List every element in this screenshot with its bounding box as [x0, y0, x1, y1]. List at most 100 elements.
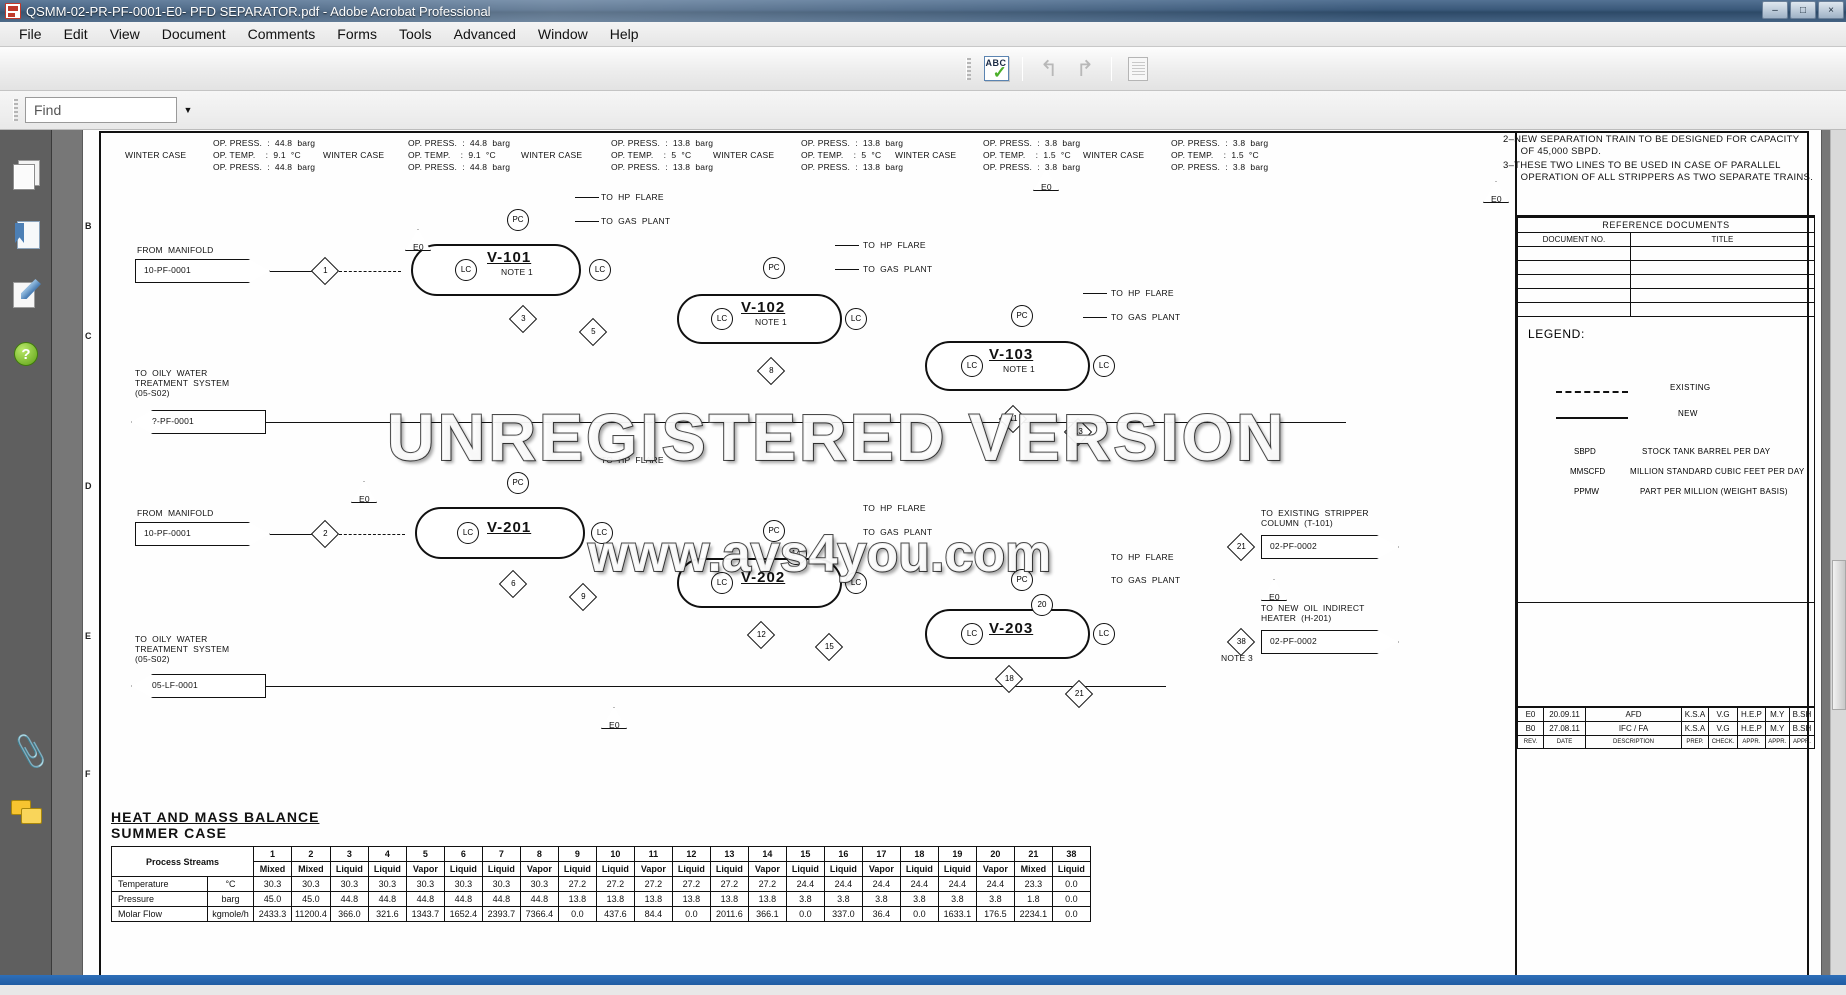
winter-case-2-press: OP. PRESS. : 44.8 barg	[408, 162, 511, 172]
hmb-cell: 24.4	[899, 876, 939, 893]
vertical-scrollbar[interactable]	[1830, 130, 1846, 995]
grid-label-left-e: E	[85, 631, 92, 641]
menu-item-view[interactable]: View	[99, 23, 151, 45]
page-copy-icon	[1128, 56, 1148, 81]
toolbar-grip[interactable]	[966, 57, 971, 80]
menu-item-help[interactable]: Help	[599, 23, 650, 45]
menu-item-comments[interactable]: Comments	[237, 23, 327, 45]
hmb-cell: 2433.3	[253, 906, 292, 923]
dest-hp-flare-4: TO HP FLARE	[601, 455, 664, 465]
hmb-cell: 337.0	[823, 906, 863, 923]
hmb-stream-phase: Liquid	[1051, 861, 1091, 878]
vertical-scrollbar-thumb[interactable]	[1832, 560, 1846, 710]
hmb-stream-number: 7	[481, 846, 521, 863]
menu-item-document[interactable]: Document	[151, 23, 237, 45]
maximize-button[interactable]: □	[1790, 1, 1816, 19]
status-bar	[0, 985, 1846, 995]
redo-button[interactable]: ↱	[1068, 53, 1102, 85]
hmb-cell: 3.8	[785, 891, 825, 908]
legend-panel: LEGEND: EXISTING NEW SBPD STOCK TANK BAR…	[1517, 317, 1815, 603]
sidebar-item-attachments[interactable]: 📎	[0, 722, 52, 782]
hmb-header-row-phase: Mixed Mixed Liquid Liquid Vapor Liquid Liquid V…	[112, 861, 1091, 878]
hmb-stream-phase: Liquid	[329, 861, 369, 878]
hmb-cell: 0.0	[1051, 891, 1091, 908]
chevron-down-icon[interactable]: ▼	[177, 97, 199, 123]
menu-item-edit[interactable]: Edit	[53, 23, 99, 45]
hmb-stream-phase: Liquid	[709, 861, 749, 878]
hmb-cell: 3.8	[823, 891, 863, 908]
ref-row-5-doc[interactable]	[1517, 302, 1631, 317]
winter-case-3-press-top: OP. PRESS. : 13.8 barg	[611, 138, 714, 148]
hmb-cell: 24.4	[975, 876, 1015, 893]
hmb-subtitle: SUMMER CASE	[111, 825, 228, 842]
stream-tag-5: 02-PF-0002	[1270, 541, 1317, 552]
winter-case-4-press-top: OP. PRESS. : 13.8 barg	[801, 138, 904, 148]
hmb-stream-phase: Liquid	[557, 861, 597, 878]
menu-item-file[interactable]: File	[8, 23, 53, 45]
oily-water-caption-1: TO OILY WATER TREATMENT SYSTEM (05-S02)	[135, 368, 230, 398]
close-button[interactable]: ×	[1818, 1, 1844, 19]
ref-row-3-title[interactable]	[1629, 274, 1816, 289]
menu-item-tools[interactable]: Tools	[388, 23, 443, 45]
pages-panel-icon	[13, 160, 40, 190]
sidebar-item-help[interactable]: ?	[0, 324, 52, 384]
rev-e0-desc: AFD	[1585, 707, 1682, 722]
hmb-stream-phase: Vapor	[519, 861, 559, 878]
window-controls[interactable]: – □ ×	[1762, 1, 1844, 19]
hmb-cell: 13.8	[747, 891, 787, 908]
heat-and-mass-balance-table: HEAT AND MASS BALANCE SUMMER CASE Proces…	[111, 809, 1091, 923]
minimize-button[interactable]: –	[1762, 1, 1788, 19]
rev-e0-appr2: M.Y	[1764, 707, 1790, 722]
equipment-note-v-101: NOTE 1	[501, 267, 533, 277]
winter-case-5-temp: OP. TEMP. : 1.5 °C	[983, 150, 1071, 160]
sidebar-item-pages[interactable]	[0, 144, 52, 204]
hmb-cell: 45.0	[291, 891, 331, 908]
winter-case-5-press-top: OP. PRESS. : 3.8 barg	[983, 138, 1081, 148]
oily-water-header-2	[266, 686, 1166, 687]
rev-col-appr3: APPR.	[1788, 735, 1816, 749]
ref-row-1-title[interactable]	[1629, 246, 1816, 261]
hmb-cell: 44.8	[481, 891, 521, 908]
hmb-cell: 0.0	[1051, 906, 1091, 923]
pipe-2b	[339, 534, 405, 535]
search-input[interactable]: Find	[25, 97, 177, 123]
sidebar-item-signatures[interactable]	[0, 264, 52, 324]
level-controller-103: LC	[961, 355, 983, 377]
hmb-cell: 30.3	[405, 876, 445, 893]
ref-row-4-doc[interactable]	[1517, 288, 1631, 303]
undo-button[interactable]: ↰	[1032, 53, 1066, 85]
find-grip[interactable]	[13, 99, 18, 121]
abbr-3-key: PPMW	[1574, 487, 1599, 496]
level-controller-101: LC	[455, 259, 477, 281]
rev-e0-prep: K.S.A	[1681, 707, 1709, 722]
menu-item-forms[interactable]: Forms	[326, 23, 388, 45]
level-controller-203: LC	[961, 623, 983, 645]
menu-item-window[interactable]: Window	[527, 23, 599, 45]
hmb-stream-number: 18	[899, 846, 939, 863]
pdf-document-view[interactable]: B C D E F OP. PRESS. : 44.8 barg OP. TEM…	[52, 130, 1846, 995]
hmb-cell: 27.2	[671, 876, 711, 893]
ref-row-4-title[interactable]	[1629, 288, 1816, 303]
reference-documents-header: REFERENCE DOCUMENTS	[1517, 217, 1815, 233]
hmb-cell: 366.1	[747, 906, 787, 923]
ref-row-5-title[interactable]	[1629, 302, 1816, 317]
menu-item-advanced[interactable]: Advanced	[443, 23, 527, 45]
window-title: QSMM-02-PR-PF-0001-E0- PFD SEPARATOR.pdf…	[26, 3, 491, 19]
ref-col-document-no: DOCUMENT NO.	[1517, 232, 1631, 247]
spell-check-button[interactable]: ABC ✓	[979, 53, 1013, 85]
flare-line-3	[1083, 293, 1107, 294]
winter-case-6-press: OP. PRESS. : 3.8 barg	[1171, 162, 1269, 172]
rev-b0-appr1: H.E.P	[1737, 721, 1766, 736]
dest-hp-flare-1: TO HP FLARE	[601, 192, 664, 202]
ref-row-2-title[interactable]	[1629, 260, 1816, 275]
sidebar-item-comments[interactable]	[0, 782, 52, 842]
ref-row-3-doc[interactable]	[1517, 274, 1631, 289]
revision-flag-3-label: E0	[359, 494, 370, 504]
hmb-cell: 437.6	[595, 906, 635, 923]
sidebar-item-bookmarks[interactable]	[0, 204, 52, 264]
revision-row-b0: B0 27.08.11 IFC / FA K.S.A V.G H.E.P M.Y…	[1517, 721, 1816, 736]
rev-b0-appr2: M.Y	[1764, 721, 1790, 736]
ref-row-2-doc[interactable]	[1517, 260, 1631, 275]
ref-row-1-doc[interactable]	[1517, 246, 1631, 261]
page-copy-button[interactable]	[1121, 53, 1155, 85]
